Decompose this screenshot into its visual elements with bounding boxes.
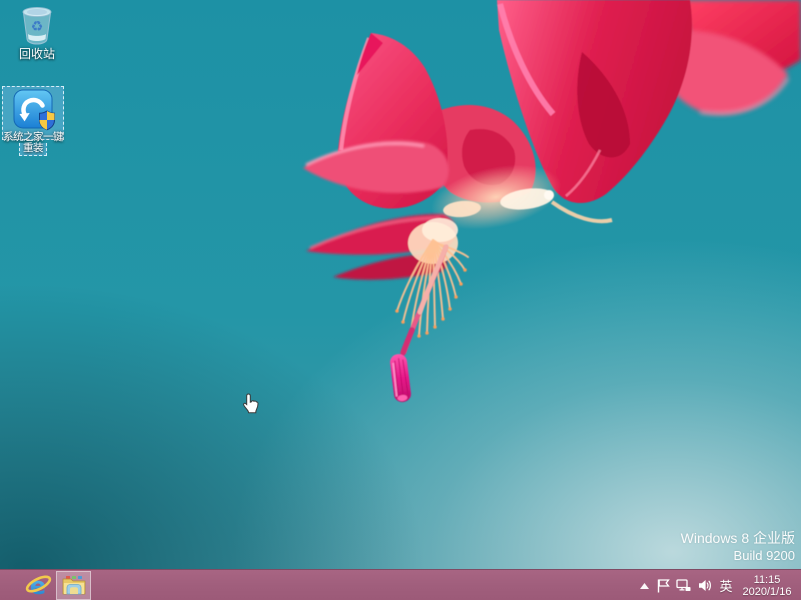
recycle-bin-label: 回收站 [19, 48, 55, 61]
recycle-bin-icon: ♻ [18, 4, 56, 46]
clock-time: 11:15 [737, 574, 797, 587]
system-tray: 英 11:15 2020/1/16 [635, 570, 801, 600]
volume-icon [698, 579, 712, 592]
system-reinstall-tool-icon [11, 89, 55, 131]
internet-explorer-icon: e [25, 572, 52, 599]
ime-language-indicator[interactable]: 英 [715, 570, 737, 600]
clock-date: 2020/1/16 [737, 586, 797, 599]
system-reinstall-tool-label: 系统之家一键 重装 [3, 132, 63, 156]
watermark-build: Build 9200 [681, 547, 795, 564]
desktop-icon-recycle-bin[interactable]: ♻ 回收站 [10, 4, 64, 61]
hidden-icons-arrow-icon [640, 583, 649, 589]
windows-watermark: Windows 8 企业版 Build 9200 [681, 529, 795, 564]
svg-text:♻: ♻ [31, 18, 44, 34]
file-explorer-icon [62, 575, 86, 596]
taskbar-button-file-explorer[interactable] [56, 571, 91, 600]
watermark-edition: Windows 8 企业版 [681, 529, 795, 547]
volume-button[interactable] [694, 570, 715, 600]
wallpaper-flower-photo [0, 0, 801, 569]
desktop-area: ♻ 回收站 [0, 0, 801, 569]
network-status-button[interactable] [673, 570, 694, 600]
network-icon [676, 579, 691, 592]
taskbar-clock[interactable]: 11:15 2020/1/16 [737, 573, 797, 599]
action-center-flag-icon [657, 578, 670, 593]
label-line2: 重装 [19, 143, 47, 156]
taskbar: e [0, 569, 801, 600]
action-center-button[interactable] [653, 570, 673, 600]
windows8-desktop: ♻ 回收站 [0, 0, 801, 600]
desktop-icon-system-reinstall-tool[interactable]: 系统之家一键 重装 [2, 86, 64, 156]
show-hidden-icons-button[interactable] [635, 570, 653, 600]
taskbar-button-internet-explorer[interactable]: e [20, 571, 56, 600]
